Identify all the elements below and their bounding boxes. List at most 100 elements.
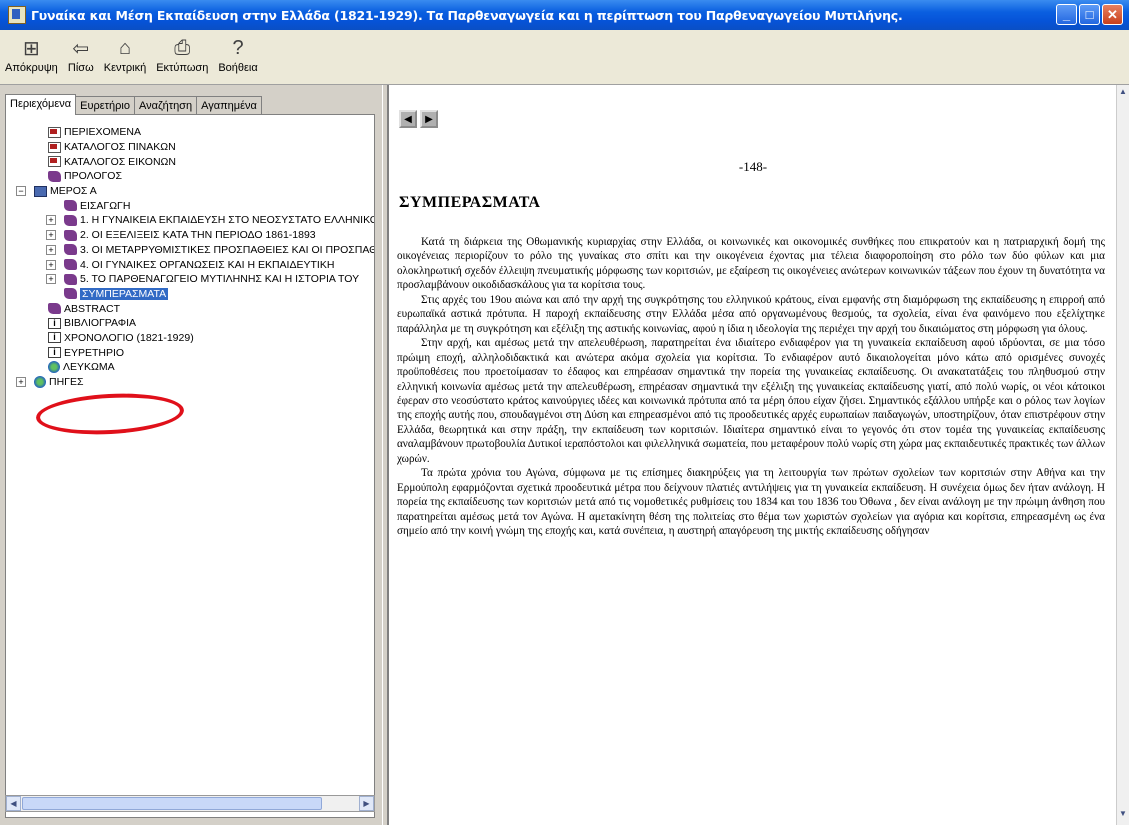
- tree-item-label: 5. ΤΟ ΠΑΡΘΕΝΑΓΩΓΕΙΟ ΜΥΤΙΛΗΝΗΣ ΚΑΙ Η ΙΣΤΟ…: [80, 273, 360, 286]
- paragraph: Κατά τη διάρκεια της Οθωμανικής κυριαρχί…: [397, 236, 1105, 292]
- tree-item[interactable]: + ΠΗΓΕΣ: [6, 375, 374, 390]
- tree-item[interactable]: ΚΑΤΑΛΟΓΟΣ ΕΙΚΟΝΩΝ: [6, 154, 374, 169]
- book-icon: [64, 244, 77, 256]
- tree-item[interactable]: ΣΥΜΠΕΡΑΣΜΑΤΑ: [6, 287, 374, 302]
- globe-icon: [34, 376, 46, 389]
- tree-item-label: ABSTRACT: [64, 302, 121, 315]
- page-number: -148-: [738, 159, 768, 174]
- tab-0[interactable]: Περιεχόμενα: [5, 94, 77, 115]
- minimize-button[interactable]: _: [1056, 4, 1077, 25]
- toolbar-button-label: Βοήθεια: [218, 62, 258, 74]
- folder-icon: [34, 185, 47, 197]
- expand-icon[interactable]: +: [46, 215, 56, 226]
- tree-item[interactable]: +1. Η ΓΥΝΑΙΚΕΙΑ ΕΚΠΑΙΔΕΥΣΗ ΣΤΟ ΝΕΟΣΥΣΤΑΤ…: [6, 213, 374, 228]
- info-icon: i: [48, 347, 61, 359]
- toolbar-button-back-arrow[interactable]: ⇦ Πίσω: [63, 30, 99, 75]
- tree-item-label: ΠΡΟΛΟΓΟΣ: [64, 170, 122, 183]
- horizontal-scrollbar[interactable]: ◀ ▶: [5, 795, 375, 812]
- tab-1[interactable]: Ευρετήριο: [75, 96, 135, 115]
- scroll-left-icon[interactable]: ◀: [6, 796, 21, 811]
- expand-icon[interactable]: +: [46, 230, 56, 241]
- tree-item-label: 1. Η ΓΥΝΑΙΚΕΙΑ ΕΚΠΑΙΔΕΥΣΗ ΣΤΟ ΝΕΟΣΥΣΤΑΤΟ…: [80, 214, 374, 227]
- tree-item[interactable]: i ΒΙΒΛΙΟΓΡΑΦΙΑ: [6, 316, 374, 331]
- tree-item[interactable]: +2. ΟΙ ΕΞΕΛΙΞΕΙΣ ΚΑΤΑ ΤΗΝ ΠΕΡΙΟΔΟ 1861-1…: [6, 228, 374, 243]
- tree-item[interactable]: ΠΕΡΙΕΧΟΜΕΝΑ: [6, 125, 374, 140]
- tree-item[interactable]: i ΕΥΡΕΤΗΡΙΟ: [6, 345, 374, 360]
- tab-3[interactable]: Αγαπημένα: [196, 96, 262, 115]
- book-icon: [64, 229, 77, 241]
- book-icon: [64, 259, 77, 271]
- window-title: Γυναίκα και Μέση Εκπαίδευση στην Ελλάδα …: [31, 7, 903, 23]
- printer-icon: ⎙: [174, 36, 191, 59]
- expand-icon[interactable]: +: [46, 274, 56, 285]
- book-icon: [64, 200, 77, 212]
- toolbar: ⊞ Απόκρυψη ⇦ Πίσω ⌂ Κεντρική ⎙ Εκτύπωση ? Βοήθεια: [0, 30, 1129, 85]
- toolbar-button-hide-pane[interactable]: ⊞ Απόκρυψη: [0, 30, 63, 75]
- scroll-up-icon[interactable]: ▲: [1117, 87, 1129, 99]
- expand-icon[interactable]: +: [46, 244, 56, 255]
- tree-item[interactable]: ABSTRACT: [6, 301, 374, 316]
- tree-item-label: 3. ΟΙ ΜΕΤΑΡΡΥΘΜΙΣΤΙΚΕΣ ΠΡΟΣΠΑΘΕΙΕΣ ΚΑΙ Ο…: [80, 243, 374, 256]
- tree-item[interactable]: +4. ΟΙ ΓΥΝΑΙΚΕΣ ΟΡΓΑΝΩΣΕΙΣ ΚΑΙ Η ΕΚΠΑΙΔΕ…: [6, 257, 374, 272]
- contents-tree: ΠΕΡΙΕΧΟΜΕΝΑ ΚΑΤΑΛΟΓΟΣ ΠΙΝΑΚΩΝ ΚΑΤΑΛΟΓΟΣ ΕΙ…: [6, 125, 374, 389]
- scroll-down-icon[interactable]: ▼: [1117, 809, 1129, 821]
- tree-item-label: ΛΕΥΚΩΜΑ: [63, 361, 115, 374]
- tree-item-label: ΧΡΟΝΟΛΟΓΙΟ (1821-1929): [64, 331, 194, 344]
- tree-item-label: ΒΙΒΛΙΟΓΡΑΦΙΑ: [64, 317, 137, 330]
- toolbar-button-label: Κεντρική: [103, 62, 147, 74]
- tree-item[interactable]: ΠΡΟΛΟΓΟΣ: [6, 169, 374, 184]
- tree-item-label: ΚΑΤΑΛΟΓΟΣ ΕΙΚΟΝΩΝ: [64, 155, 176, 168]
- toolbar-button-help[interactable]: ? Βοήθεια: [213, 30, 262, 75]
- tree-item-label: ΠΕΡΙΕΧΟΜΕΝΑ: [64, 126, 142, 139]
- back-arrow-icon: ⇦: [72, 37, 90, 60]
- toolbar-button-label: Απόκρυψη: [5, 62, 58, 74]
- paragraph: Στις αρχές του 19ου αιώνα και από την αρ…: [397, 293, 1105, 335]
- tree-item[interactable]: +3. ΟΙ ΜΕΤΑΡΡΥΘΜΙΣΤΙΚΕΣ ΠΡΟΣΠΑΘΕΙΕΣ ΚΑΙ …: [6, 243, 374, 258]
- book-icon: [64, 288, 77, 300]
- toolbar-button-printer[interactable]: ⎙ Εκτύπωση: [151, 30, 213, 75]
- tree-item[interactable]: i ΧΡΟΝΟΛΟΓΙΟ (1821-1929): [6, 331, 374, 346]
- info-icon: i: [48, 317, 61, 329]
- maximize-button[interactable]: □: [1079, 4, 1100, 25]
- tree-item-label: ΜΕΡΟΣ Α: [50, 185, 97, 198]
- scroll-thumb[interactable]: [22, 797, 322, 810]
- expand-icon[interactable]: +: [16, 377, 26, 388]
- tree-item-label: 4. ΟΙ ΓΥΝΑΙΚΕΣ ΟΡΓΑΝΩΣΕΙΣ ΚΑΙ Η ΕΚΠΑΙΔΕΥ…: [80, 258, 335, 271]
- contents-tree-panel: ΠΕΡΙΕΧΟΜΕΝΑ ΚΑΤΑΛΟΓΟΣ ΠΙΝΑΚΩΝ ΚΑΤΑΛΟΓΟΣ ΕΙ…: [5, 114, 375, 818]
- toolbar-button-home[interactable]: ⌂ Κεντρική: [99, 30, 151, 75]
- home-icon: ⌂: [118, 36, 132, 59]
- expand-icon[interactable]: +: [46, 259, 56, 270]
- book-icon: [64, 214, 77, 226]
- navigation-pane: Περιεχόμενα Ευρετήριο Αναζήτηση Αγαπημένα Π…: [0, 85, 382, 825]
- tree-item[interactable]: ΕΙΣΑΓΩΓΗ: [6, 198, 374, 213]
- tree-item-label: 2. ΟΙ ΕΞΕΛΙΞΕΙΣ ΚΑΤΑ ΤΗΝ ΠΕΡΙΟΔΟ 1861-18…: [80, 229, 316, 242]
- scroll-right-icon[interactable]: ▶: [359, 796, 374, 811]
- previous-page-button[interactable]: ◀: [399, 110, 417, 128]
- app-icon[interactable]: [8, 6, 26, 24]
- tree-item[interactable]: ΛΕΥΚΩΜΑ: [6, 360, 374, 375]
- info-icon: i: [48, 332, 61, 344]
- tree-item[interactable]: ΚΑΤΑΛΟΓΟΣ ΠΙΝΑΚΩΝ: [6, 140, 374, 155]
- globe-icon: [48, 361, 60, 374]
- next-page-button[interactable]: ▶: [420, 110, 438, 128]
- book-icon: [64, 273, 77, 285]
- toolbar-button-label: Πίσω: [67, 62, 94, 74]
- tree-item-label: ΕΥΡΕΤΗΡΙΟ: [64, 346, 125, 359]
- tab-2[interactable]: Αναζήτηση: [133, 96, 198, 115]
- vertical-scrollbar[interactable]: ▲ ▼: [1116, 85, 1129, 825]
- collapse-icon[interactable]: −: [16, 186, 26, 197]
- toolbar-button-label: Εκτύπωση: [156, 62, 209, 74]
- tree-item-label: ΚΑΤΑΛΟΓΟΣ ΠΙΝΑΚΩΝ: [64, 141, 176, 154]
- doc-icon: [48, 126, 61, 138]
- book-icon: [48, 170, 61, 182]
- content-pane: ◀ ▶ -148- ΣΥΜΠΕΡΑΣΜΑΤΑ Κατά τη διάρκεια …: [388, 85, 1116, 825]
- nav-tabs: Περιεχόμενα Ευρετήριο Αναζήτηση Αγαπημένα: [5, 94, 262, 115]
- doc-icon: [48, 156, 61, 168]
- paragraph: Τα πρώτα χρόνια του Αγώνα, σύμφωνα με τι…: [397, 467, 1105, 538]
- tree-item[interactable]: − ΜΕΡΟΣ Α: [6, 184, 374, 199]
- close-button[interactable]: ✕: [1102, 4, 1123, 25]
- document-body: Κατά τη διάρκεια της Οθωμανικής κυριαρχί…: [397, 235, 1105, 539]
- tree-item[interactable]: +5. ΤΟ ΠΑΡΘΕΝΑΓΩΓΕΙΟ ΜΥΤΙΛΗΝΗΣ ΚΑΙ Η ΙΣΤ…: [6, 272, 374, 287]
- title-bar: Γυναίκα και Μέση Εκπαίδευση στην Ελλάδα …: [0, 0, 1129, 30]
- hide-pane-icon: ⊞: [23, 37, 40, 60]
